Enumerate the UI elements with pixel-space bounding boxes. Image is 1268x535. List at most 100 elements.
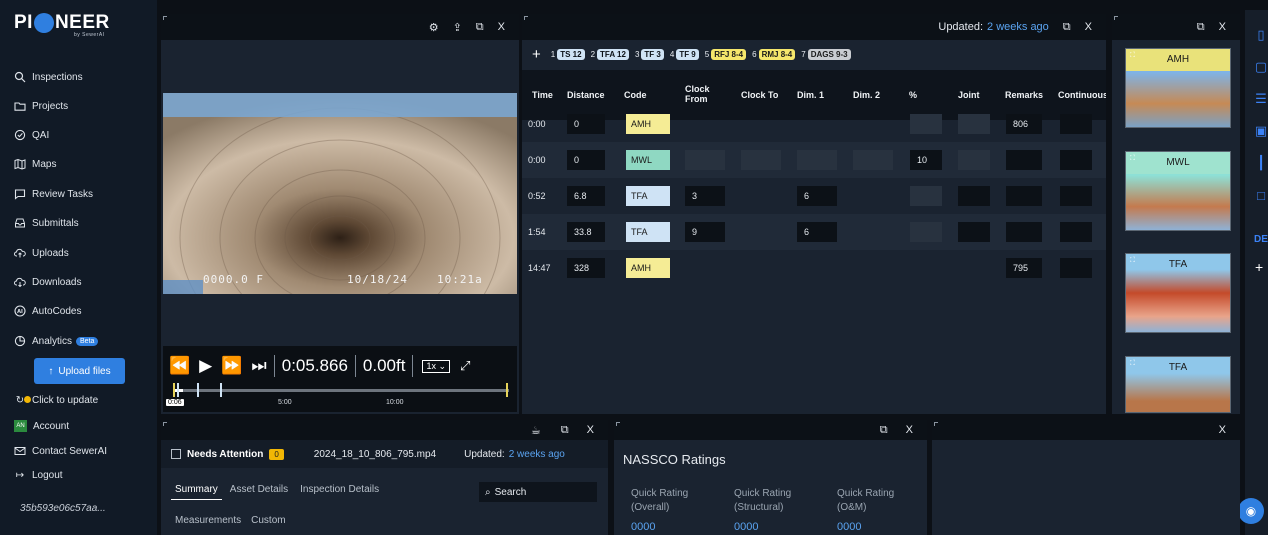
rail-label[interactable]: DE: [1254, 234, 1268, 245]
add-observation-button[interactable]: +: [532, 46, 541, 63]
distance-field[interactable]: 328: [567, 258, 605, 278]
percent-field[interactable]: [910, 114, 942, 134]
table-row[interactable]: 1:54 33.8 TFA 9 6: [522, 214, 1106, 250]
camera-icon[interactable]: ▣: [1254, 123, 1268, 138]
distance-field[interactable]: 0: [567, 150, 605, 170]
expand-icon[interactable]: ⛶: [1130, 155, 1135, 163]
percent-field[interactable]: [910, 186, 942, 206]
external-link-icon[interactable]: ⧉: [880, 424, 888, 437]
chat-icon[interactable]: □: [1254, 188, 1268, 203]
code-tag[interactable]: 2 TFA 12: [591, 48, 629, 60]
pioneer-logo[interactable]: PI NEER by SewerAI: [14, 10, 110, 38]
snapshot-thumbnail[interactable]: MWL ⛶: [1125, 151, 1231, 231]
clock-from-field[interactable]: 9: [685, 222, 725, 242]
resize-handle[interactable]: [163, 422, 167, 426]
resize-handle[interactable]: [616, 422, 620, 426]
sidebar-item-maps[interactable]: Maps: [14, 156, 56, 172]
video-icon[interactable]: ▢: [1254, 59, 1268, 74]
tab-measurements[interactable]: Measurements: [175, 515, 241, 526]
close-button[interactable]: X: [1219, 21, 1226, 33]
code-tag[interactable]: 6 RMJ 8-4: [752, 48, 796, 60]
timeline-marker[interactable]: [173, 383, 175, 397]
play-icon[interactable]: ▶: [199, 356, 212, 376]
clock-from-field[interactable]: [685, 150, 725, 170]
timeline-marker[interactable]: [197, 383, 199, 397]
external-link-icon[interactable]: ⧉: [1197, 21, 1205, 34]
joint-field[interactable]: [958, 222, 990, 242]
sidebar-item-autocodes[interactable]: AI AutoCodes: [14, 303, 81, 319]
code-tag[interactable]: 4 TF 9: [670, 48, 699, 60]
snapshot-thumbnail[interactable]: TFA ⛶: [1125, 356, 1231, 413]
percent-field[interactable]: [910, 222, 942, 242]
rail-add-button[interactable]: +: [1255, 259, 1263, 275]
continuous-field[interactable]: [1060, 186, 1092, 206]
sidebar-item-projects[interactable]: Projects: [14, 98, 68, 114]
sidebar-item-contact[interactable]: Contact SewerAI: [14, 443, 107, 459]
external-link-icon[interactable]: ⧉: [476, 21, 484, 34]
clipboard-icon[interactable]: ▯: [1254, 27, 1268, 42]
remarks-field[interactable]: [1006, 150, 1042, 170]
table-row[interactable]: 0:00 0 MWL 10: [522, 142, 1106, 178]
table-row[interactable]: 0:00 0 AMH 806: [522, 106, 1106, 142]
sidebar-item-review-tasks[interactable]: Review Tasks: [14, 186, 93, 202]
clock-from-field[interactable]: 3: [685, 186, 725, 206]
dim1-field[interactable]: [797, 150, 837, 170]
timeline-marker[interactable]: [506, 383, 508, 397]
sidebar-item-inspections[interactable]: Inspections: [14, 69, 83, 85]
snapshot-thumbnail[interactable]: TFA ⛶: [1125, 253, 1231, 333]
tab-custom[interactable]: Custom: [251, 515, 285, 526]
expand-icon[interactable]: ⛶: [1130, 52, 1135, 60]
cloud-upload-icon[interactable]: ⇪: [453, 21, 462, 34]
clock-to-field[interactable]: [741, 150, 781, 170]
upload-files-button[interactable]: ↑ Upload files: [34, 358, 125, 384]
continuous-field[interactable]: [1060, 222, 1092, 242]
list-icon[interactable]: ☰: [1254, 91, 1268, 106]
expand-icon[interactable]: ⤢: [460, 358, 470, 374]
external-link-icon[interactable]: ⧉: [561, 424, 569, 437]
sidebar-item-qai[interactable]: QAI: [14, 127, 49, 143]
sidebar-item-uploads[interactable]: Uploads: [14, 245, 69, 261]
sidebar-item-logout[interactable]: ↦ Logout: [14, 467, 63, 483]
tab-inspection-details[interactable]: Inspection Details: [296, 484, 383, 500]
code-field[interactable]: AMH: [626, 258, 670, 278]
external-link-icon[interactable]: ⧉: [1063, 21, 1071, 34]
joint-field[interactable]: [958, 186, 990, 206]
percent-field[interactable]: 10: [910, 150, 942, 170]
sidebar-item-downloads[interactable]: Downloads: [14, 274, 81, 290]
dim1-field[interactable]: 6: [797, 222, 837, 242]
distance-field[interactable]: 6.8: [567, 186, 605, 206]
timeline-marker[interactable]: [220, 383, 222, 397]
sidebar-item-submittals[interactable]: Submittals: [14, 215, 79, 231]
resize-handle[interactable]: [524, 16, 528, 20]
continuous-field[interactable]: [1060, 114, 1092, 134]
playback-speed-select[interactable]: 1x ⌄: [422, 359, 451, 373]
click-to-update-button[interactable]: ↻ Click to update: [14, 392, 98, 408]
table-row[interactable]: 0:52 6.8 TFA 3 6: [522, 178, 1106, 214]
joint-field[interactable]: [958, 114, 990, 134]
distance-field[interactable]: 0: [567, 114, 605, 134]
close-button[interactable]: X: [587, 424, 594, 436]
sidebar-item-account[interactable]: AN Account: [14, 418, 69, 434]
remarks-field[interactable]: 795: [1006, 258, 1042, 278]
remarks-field[interactable]: 806: [1006, 114, 1042, 134]
continuous-field[interactable]: [1060, 258, 1092, 278]
tab-asset-details[interactable]: Asset Details: [226, 484, 292, 500]
resize-handle[interactable]: [1114, 16, 1118, 20]
dim1-field[interactable]: 6: [797, 186, 837, 206]
code-tag[interactable]: 1 TS 12: [551, 48, 585, 60]
chat-bubble-icon[interactable]: ◉: [1238, 498, 1264, 524]
close-button[interactable]: X: [1219, 424, 1226, 436]
search-input[interactable]: ⌕ Search: [479, 482, 597, 502]
sidebar-item-analytics[interactable]: Analytics Beta: [14, 333, 99, 349]
close-button[interactable]: X: [498, 21, 505, 33]
tab-summary[interactable]: Summary: [171, 484, 222, 500]
code-tag[interactable]: 7 DAGS 9-3: [801, 48, 851, 60]
code-field[interactable]: TFA: [626, 186, 670, 206]
cup-icon[interactable]: ☕: [531, 424, 541, 437]
close-button[interactable]: X: [1085, 21, 1092, 33]
snapshot-thumbnail[interactable]: AMH ⛶: [1125, 48, 1231, 128]
code-field[interactable]: TFA: [626, 222, 670, 242]
timeline-scrubber[interactable]: [173, 383, 509, 397]
video-frame[interactable]: 0000.0 F 10/18/24 10:21a: [163, 93, 517, 294]
remarks-field[interactable]: [1006, 186, 1042, 206]
